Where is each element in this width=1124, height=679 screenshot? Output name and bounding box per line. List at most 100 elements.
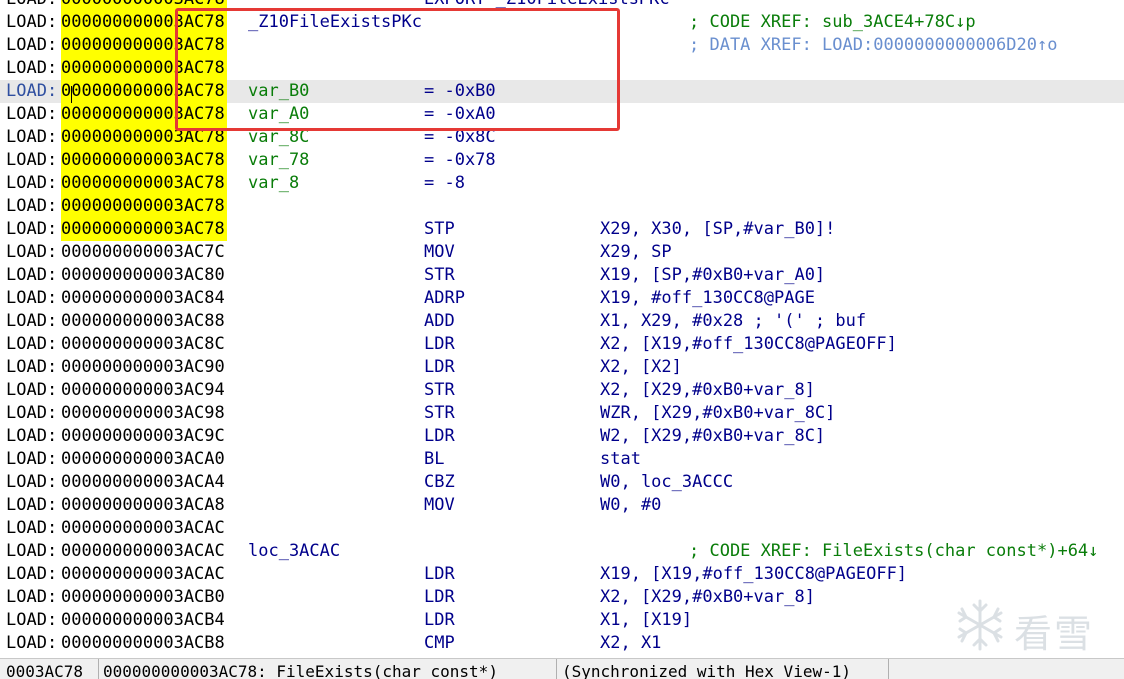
instruction-mnemonic: BL (424, 449, 445, 469)
instruction-mnemonic: MOV (424, 242, 455, 262)
status-offset: 0003AC78 (6, 662, 84, 679)
status-divider (98, 659, 99, 679)
instruction-operands: X19, [X19,#off_130CC8@PAGEOFF] (600, 564, 908, 584)
listing-line[interactable]: LOAD: 000000000003AC84 ADRP X19, #off_130CC… (0, 287, 1124, 310)
listing-line[interactable]: LOAD: 000000000003ACA4 CBZ W0, loc_3ACCC (0, 471, 1124, 494)
listing-line[interactable]: LOAD: 000000000003ACA8 MOV W0, #0 (0, 494, 1124, 517)
listing-line[interactable]: LOAD: 000000000003AC9C LDR W2, [X29,#0xB0+v… (0, 425, 1124, 448)
snowflake-icon (957, 599, 1003, 651)
segment-prefix: LOAD: (6, 334, 58, 354)
label-name: loc_3ACAC (248, 541, 341, 561)
segment-prefix: LOAD: (6, 0, 57, 11)
address: 000000000003ACA0 (61, 449, 225, 469)
segment-prefix: LOAD: (6, 472, 58, 492)
listing-line[interactable]: LOAD: 000000000003AC78 STP X29, X30, [SP,#v… (0, 218, 1124, 241)
address: 000000000003AC78 (61, 195, 227, 218)
instruction-operands: X19, #off_130CC8@PAGE (600, 288, 815, 308)
listing-line[interactable]: LOAD: 000000000003AC80 STR X19, [SP,#0xB0+v… (0, 264, 1124, 287)
text-caret (71, 86, 72, 103)
address: 000000000003ACB8 (61, 633, 225, 653)
xref-comment: ; CODE XREF: FileExists(char const*)+64↓ (689, 541, 1099, 561)
listing-line[interactable]: LOAD: 000000000003AC7C MOV X29, SP (0, 241, 1124, 264)
listing-line[interactable]: LOAD: 000000000003AC88 ADD X1, X29, #0x28 ;… (0, 310, 1124, 333)
instruction-mnemonic: LDR (424, 564, 455, 584)
watermark-text: 看雪 (1014, 612, 1095, 656)
instruction-operands: X2, X1 (600, 633, 662, 653)
address: 000000000003AC98 (61, 403, 225, 423)
listing-line[interactable]: LOAD: 000000000003ACAC LDR X19, [X19,#off_1… (0, 563, 1124, 586)
listing-line[interactable]: LOAD: 000000000003ACAC (0, 517, 1124, 540)
status-location: 000000000003AC78: FileExists(char const*… (103, 662, 498, 679)
segment-prefix: LOAD: (6, 58, 58, 78)
address: 000000000003ACA4 (61, 472, 225, 492)
instruction-operands: stat (600, 449, 641, 469)
segment-prefix: LOAD: (6, 173, 58, 193)
listing-line[interactable]: LOAD: 000000000003AC94 STR X2, [X29,#0xB0+v… (0, 379, 1124, 402)
segment-prefix: LOAD: (6, 426, 58, 446)
listing-line[interactable]: LOAD: 000000000003AC8C LDR X2, [X19,#off_13… (0, 333, 1124, 356)
segment-prefix: LOAD: (6, 104, 58, 124)
segment-prefix: LOAD: (6, 127, 58, 147)
segment-prefix: LOAD: (6, 242, 58, 262)
instruction-mnemonic: LDR (424, 357, 455, 377)
listing-line[interactable]: LOAD: 000000000003ACAC loc_3ACAC ; CODE XRE… (0, 540, 1124, 563)
status-divider (556, 659, 557, 679)
instruction-mnemonic: STR (424, 380, 455, 400)
address: 000000000003AC94 (61, 380, 225, 400)
instruction-mnemonic: ADRP (424, 288, 465, 308)
status-divider (888, 659, 889, 679)
address: 000000000003ACAC (61, 518, 225, 538)
listing-line[interactable]: LOAD: 000000000003AC90 LDR X2, [X2] (0, 356, 1124, 379)
address: 000000000003AC8C (61, 334, 225, 354)
address: 000000000003AC88 (61, 311, 225, 331)
instruction-operands: X1, X29, #0x28 ; '(' ; buf (600, 311, 867, 331)
instruction-operands: X2, [X19,#off_130CC8@PAGEOFF] (600, 334, 897, 354)
listing-line[interactable]: LOAD: 000000000003ACA0 BL stat (0, 448, 1124, 471)
listing-line[interactable]: LOAD: 000000000003AC78 var_8 = -8 (0, 172, 1124, 195)
stack-var-offset: = -0x78 (424, 150, 496, 170)
address: 000000000003ACA8 (61, 495, 225, 515)
segment-prefix: LOAD: (6, 541, 58, 561)
address: 000000000003AC84 (61, 288, 225, 308)
instruction-operands: W0, #0 (600, 495, 662, 515)
listing-line[interactable]: LOAD: 000000000003AC78 (0, 195, 1124, 218)
instruction-mnemonic: CBZ (424, 472, 455, 492)
instruction-mnemonic: STR (424, 265, 455, 285)
segment-prefix: LOAD: (6, 265, 58, 285)
segment-prefix: LOAD: (6, 587, 58, 607)
listing-line[interactable]: LOAD: 000000000003AC78 var_78 = -0x78 (0, 149, 1124, 172)
segment-prefix: LOAD: (6, 150, 58, 170)
listing-line[interactable]: LOAD: 000000000003AC98 STR WZR, [X29,#0xB0+… (0, 402, 1124, 425)
address: 000000000003AC78 (61, 172, 227, 195)
instruction-operands: W0, loc_3ACCC (600, 472, 734, 492)
segment-prefix: LOAD: (6, 357, 58, 377)
address: 000000000003AC90 (61, 357, 225, 377)
status-bar: 0003AC78 000000000003AC78: FileExists(ch… (0, 658, 1124, 679)
segment-prefix: LOAD: (6, 633, 58, 653)
segment-prefix: LOAD: (6, 564, 58, 584)
address: 000000000003AC80 (61, 265, 225, 285)
instruction-mnemonic: LDR (424, 610, 455, 630)
status-sync: (Synchronized with Hex View-1) (562, 662, 851, 679)
xref-comment: ; CODE XREF: sub_3ACE4+78C↓p (689, 12, 976, 32)
address: 000000000003AC7C (61, 242, 225, 262)
instruction-operands: X29, SP (600, 242, 672, 262)
address: 000000000003AC78 (61, 218, 227, 241)
instruction-mnemonic: STP (424, 219, 455, 239)
address: 000000000003ACB4 (61, 610, 225, 630)
address: 000000000003AC9C (61, 426, 225, 446)
instruction-mnemonic: ADD (424, 311, 455, 331)
instruction-operands: X19, [SP,#0xB0+var_A0] (600, 265, 826, 285)
address: 000000000003ACB0 (61, 587, 225, 607)
segment-prefix: LOAD: (6, 403, 58, 423)
instruction-operands: X1, [X19] (600, 610, 693, 630)
segment-prefix: LOAD: (6, 495, 58, 515)
address: 000000000003ACAC (61, 541, 225, 561)
instruction-mnemonic: MOV (424, 495, 455, 515)
label-name: var_78 (248, 150, 310, 170)
instruction-mnemonic: STR (424, 403, 455, 423)
segment-prefix: LOAD: (6, 380, 58, 400)
segment-prefix: LOAD: (6, 12, 58, 32)
instruction-operands: WZR, [X29,#0xB0+var_8C] (600, 403, 836, 423)
instruction-mnemonic: LDR (424, 334, 455, 354)
